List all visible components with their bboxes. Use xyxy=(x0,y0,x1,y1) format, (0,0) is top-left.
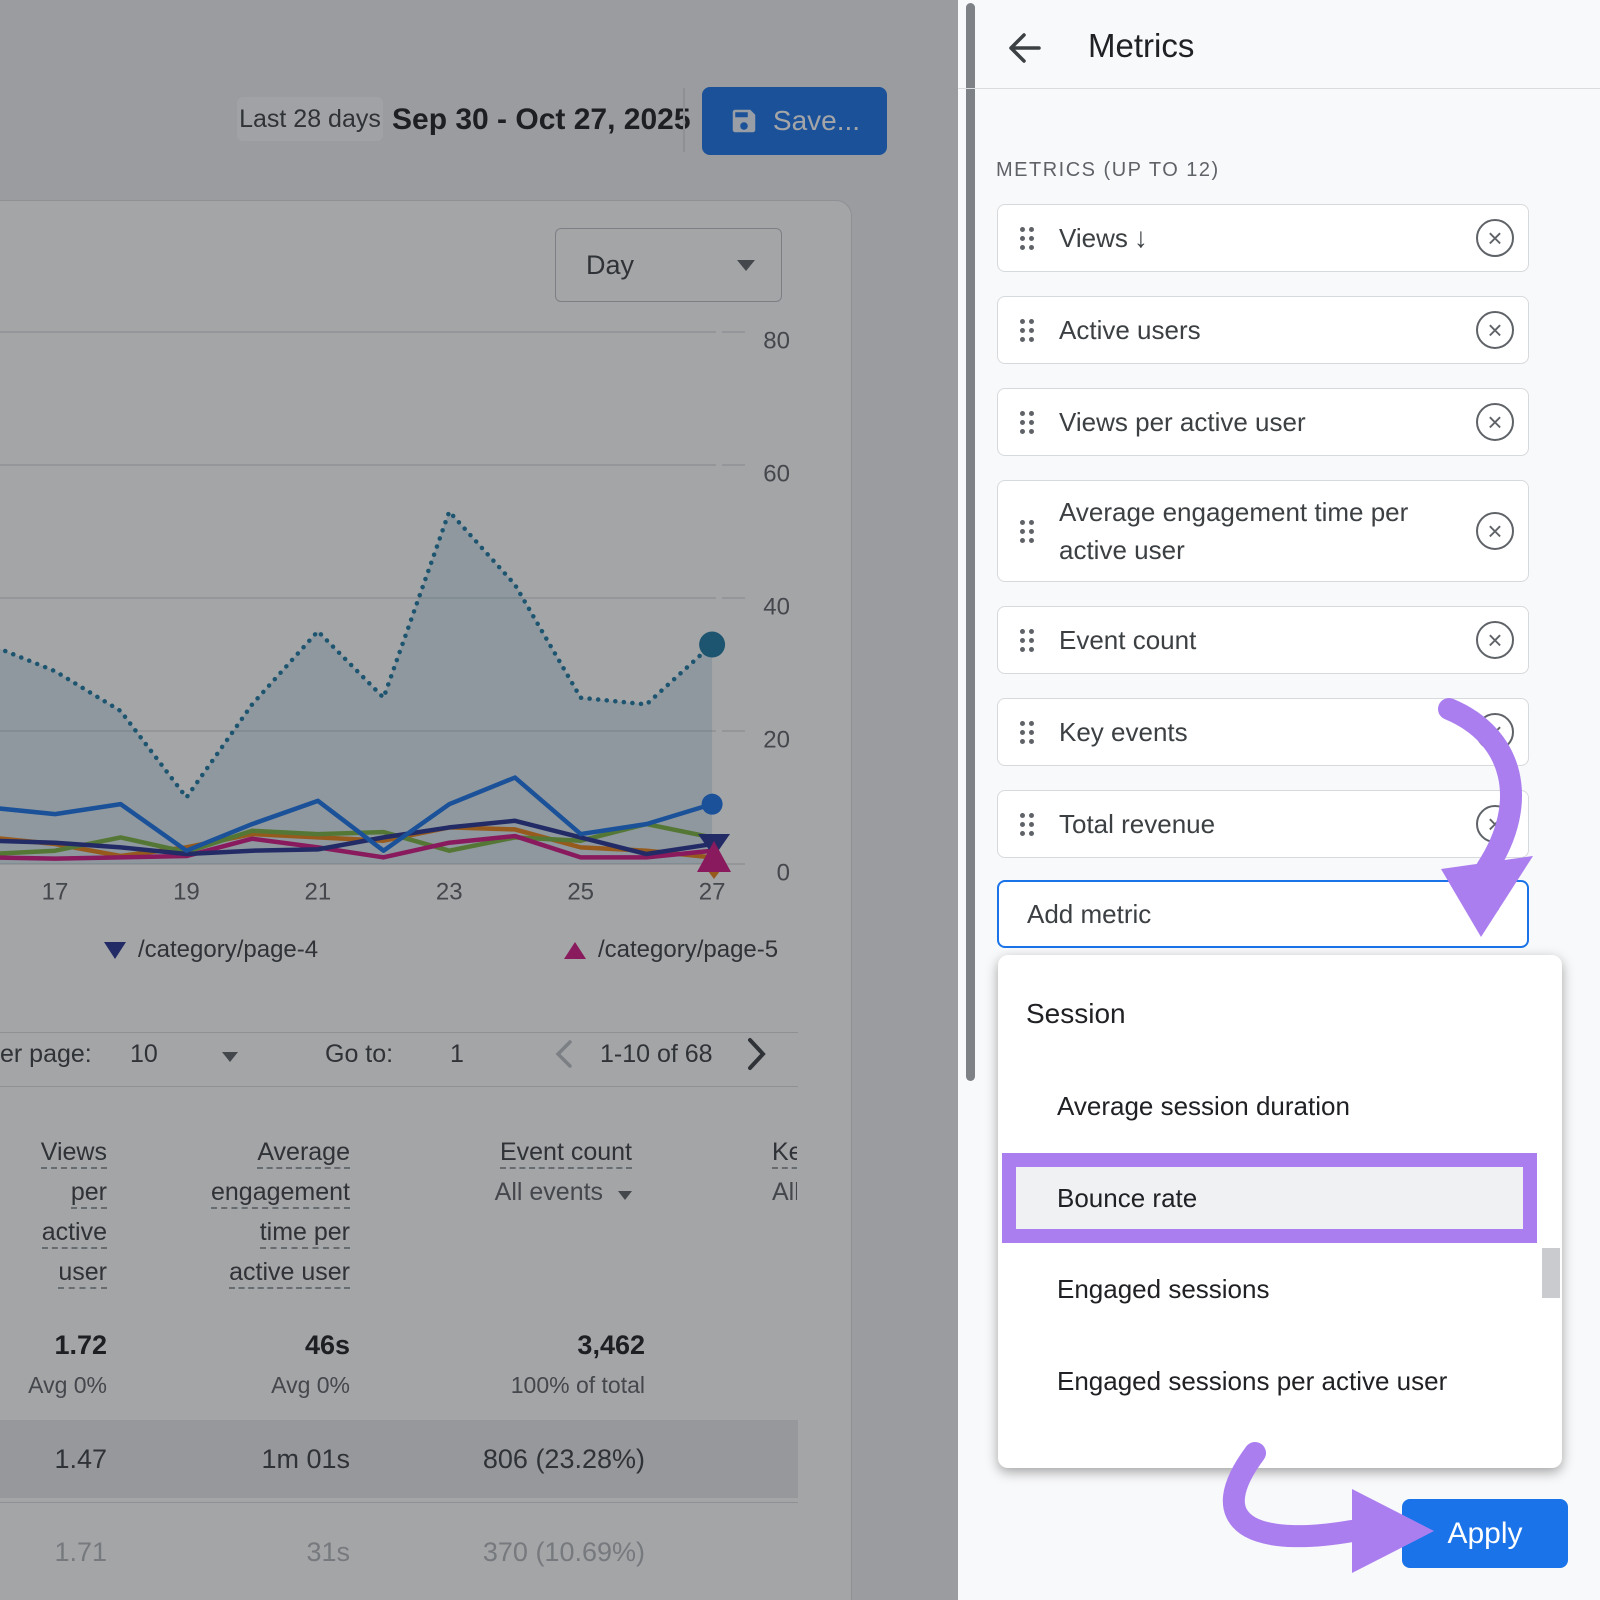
total-sub: Avg 0% xyxy=(0,1372,107,1399)
cell: 1m 01s xyxy=(150,1444,350,1475)
table-row[interactable] xyxy=(0,1420,798,1498)
save-label: Save... xyxy=(773,105,860,137)
drag-handle-icon[interactable] xyxy=(1020,411,1034,434)
remove-metric-icon[interactable]: × xyxy=(1476,512,1514,550)
remove-metric-icon[interactable]: × xyxy=(1476,403,1514,441)
remove-metric-icon[interactable]: × xyxy=(1476,621,1514,659)
goto-input[interactable]: 1 xyxy=(450,1040,464,1069)
chevron-down-icon[interactable] xyxy=(222,1052,238,1062)
svg-text:60: 60 xyxy=(763,460,790,487)
drag-handle-icon[interactable] xyxy=(1020,227,1034,250)
legend-item-page-4[interactable]: /category/page-4 xyxy=(104,936,318,964)
remove-metric-icon[interactable]: × xyxy=(1476,713,1514,751)
metric-card-event-count[interactable]: Event count × xyxy=(997,606,1529,674)
date-range-chip[interactable]: Last 28 days xyxy=(237,97,383,141)
divider xyxy=(0,1086,798,1087)
metric-card-key-events[interactable]: Key events × xyxy=(997,698,1529,766)
option-bounce-rate[interactable]: Bounce rate xyxy=(1016,1167,1523,1229)
chevron-down-icon xyxy=(737,260,755,271)
metrics-side-panel: Metrics METRICS (UP TO 12) Views ↓ × Act… xyxy=(958,0,1600,1600)
bounce-rate-highlight: Bounce rate xyxy=(1002,1153,1537,1243)
drag-handle-icon[interactable] xyxy=(1020,813,1034,836)
column-header-event-count[interactable]: Event count All events xyxy=(430,1132,632,1212)
sort-down-icon: ↓ xyxy=(1134,222,1148,254)
legend-label: /category/page-5 xyxy=(598,936,804,964)
total-sub: Avg 0% xyxy=(150,1372,350,1399)
chevron-left-icon[interactable] xyxy=(553,1038,575,1070)
svg-text:21: 21 xyxy=(304,878,331,900)
svg-text:23: 23 xyxy=(436,878,463,900)
back-arrow-icon[interactable] xyxy=(1002,26,1046,70)
drag-handle-icon[interactable] xyxy=(1020,520,1034,543)
total-event-count: 3,462 xyxy=(445,1330,645,1361)
cell: 370 (10.69%) xyxy=(445,1537,645,1568)
save-icon xyxy=(729,106,759,136)
granularity-value: Day xyxy=(586,250,634,281)
time-series-chart: 80 60 40 20 0 17 19 21 23 25 27 xyxy=(0,300,800,900)
svg-text:19: 19 xyxy=(173,878,200,900)
cell: 1.47 xyxy=(0,1444,107,1475)
metric-card-views-per-active-user[interactable]: Views per active user × xyxy=(997,388,1529,456)
rows-per-page-select[interactable]: 10 xyxy=(130,1040,158,1069)
svg-text:0: 0 xyxy=(777,859,790,886)
metric-card-active-users[interactable]: Active users × xyxy=(997,296,1529,364)
chevron-down-icon xyxy=(1481,909,1499,920)
cell: 806 (23.28%) xyxy=(445,1444,645,1475)
save-button[interactable]: Save... xyxy=(702,87,887,155)
chevron-down-icon xyxy=(618,1191,632,1200)
metric-card-views[interactable]: Views ↓ × xyxy=(997,204,1529,272)
divider xyxy=(0,1032,798,1033)
drag-handle-icon[interactable] xyxy=(1020,721,1034,744)
dropdown-group-session: Session xyxy=(1026,998,1126,1030)
column-header-views-per-active-user[interactable]: Views per active user xyxy=(0,1132,107,1292)
pagination-range: 1-10 of 68 xyxy=(600,1040,713,1069)
chevron-right-icon[interactable] xyxy=(744,1036,768,1072)
divider xyxy=(958,88,1600,89)
column-header-key-events-clipped[interactable]: Key events All events xyxy=(772,1132,797,1212)
remove-metric-icon[interactable]: × xyxy=(1476,219,1514,257)
date-chip-label: Last 28 days xyxy=(239,105,381,134)
granularity-select[interactable]: Day xyxy=(555,228,782,302)
option-engaged-sessions[interactable]: Engaged sessions xyxy=(1057,1274,1269,1305)
metric-card-total-revenue[interactable]: Total revenue × xyxy=(997,790,1529,858)
drag-handle-icon[interactable] xyxy=(1020,629,1034,652)
panel-scrollbar[interactable] xyxy=(966,3,975,1081)
cell: 31s xyxy=(150,1537,350,1568)
event-filter[interactable]: All events xyxy=(495,1178,603,1206)
svg-text:20: 20 xyxy=(763,726,790,753)
total-sub: 100% of total xyxy=(445,1372,645,1399)
svg-text:80: 80 xyxy=(763,327,790,354)
legend-label: /category/page-4 xyxy=(138,936,318,964)
total-views-per-user: 1.72 xyxy=(0,1330,107,1361)
rows-per-page-label: er page: xyxy=(0,1040,92,1069)
drag-handle-icon[interactable] xyxy=(1020,319,1034,342)
dropdown-scrollbar[interactable] xyxy=(1542,1248,1560,1298)
remove-metric-icon[interactable]: × xyxy=(1476,311,1514,349)
svg-text:40: 40 xyxy=(763,593,790,620)
header-divider xyxy=(683,88,685,152)
svg-text:25: 25 xyxy=(567,878,594,900)
apply-button[interactable]: Apply xyxy=(1402,1499,1568,1568)
remove-metric-icon[interactable]: × xyxy=(1476,805,1514,843)
goto-label: Go to: xyxy=(325,1040,393,1069)
add-metric-label: Add metric xyxy=(1027,899,1151,930)
metrics-section-label: METRICS (UP TO 12) xyxy=(996,159,1220,182)
cell: 1.71 xyxy=(0,1537,107,1568)
total-engagement-time: 46s xyxy=(150,1330,350,1361)
panel-title: Metrics xyxy=(1088,27,1194,65)
divider xyxy=(0,1502,798,1503)
legend-item-page-5[interactable]: /category/page-5 xyxy=(564,936,804,964)
date-range-text: Sep 30 - Oct 27, 2025 xyxy=(392,103,691,137)
triangle-down-icon xyxy=(104,942,126,959)
add-metric-dropdown[interactable]: Add metric xyxy=(997,880,1529,948)
triangle-up-icon xyxy=(564,942,586,959)
metric-options-dropdown: Session Average session duration Bounce … xyxy=(998,955,1562,1468)
metric-card-avg-engagement-time[interactable]: Average engagement time per active user … xyxy=(997,480,1529,582)
svg-text:27: 27 xyxy=(699,878,726,900)
option-engaged-sessions-per-active-user[interactable]: Engaged sessions per active user xyxy=(1057,1366,1447,1397)
option-average-session-duration[interactable]: Average session duration xyxy=(1057,1091,1350,1122)
svg-text:17: 17 xyxy=(42,878,69,900)
column-header-avg-engagement-time[interactable]: Average engagement time per active user xyxy=(150,1132,350,1292)
